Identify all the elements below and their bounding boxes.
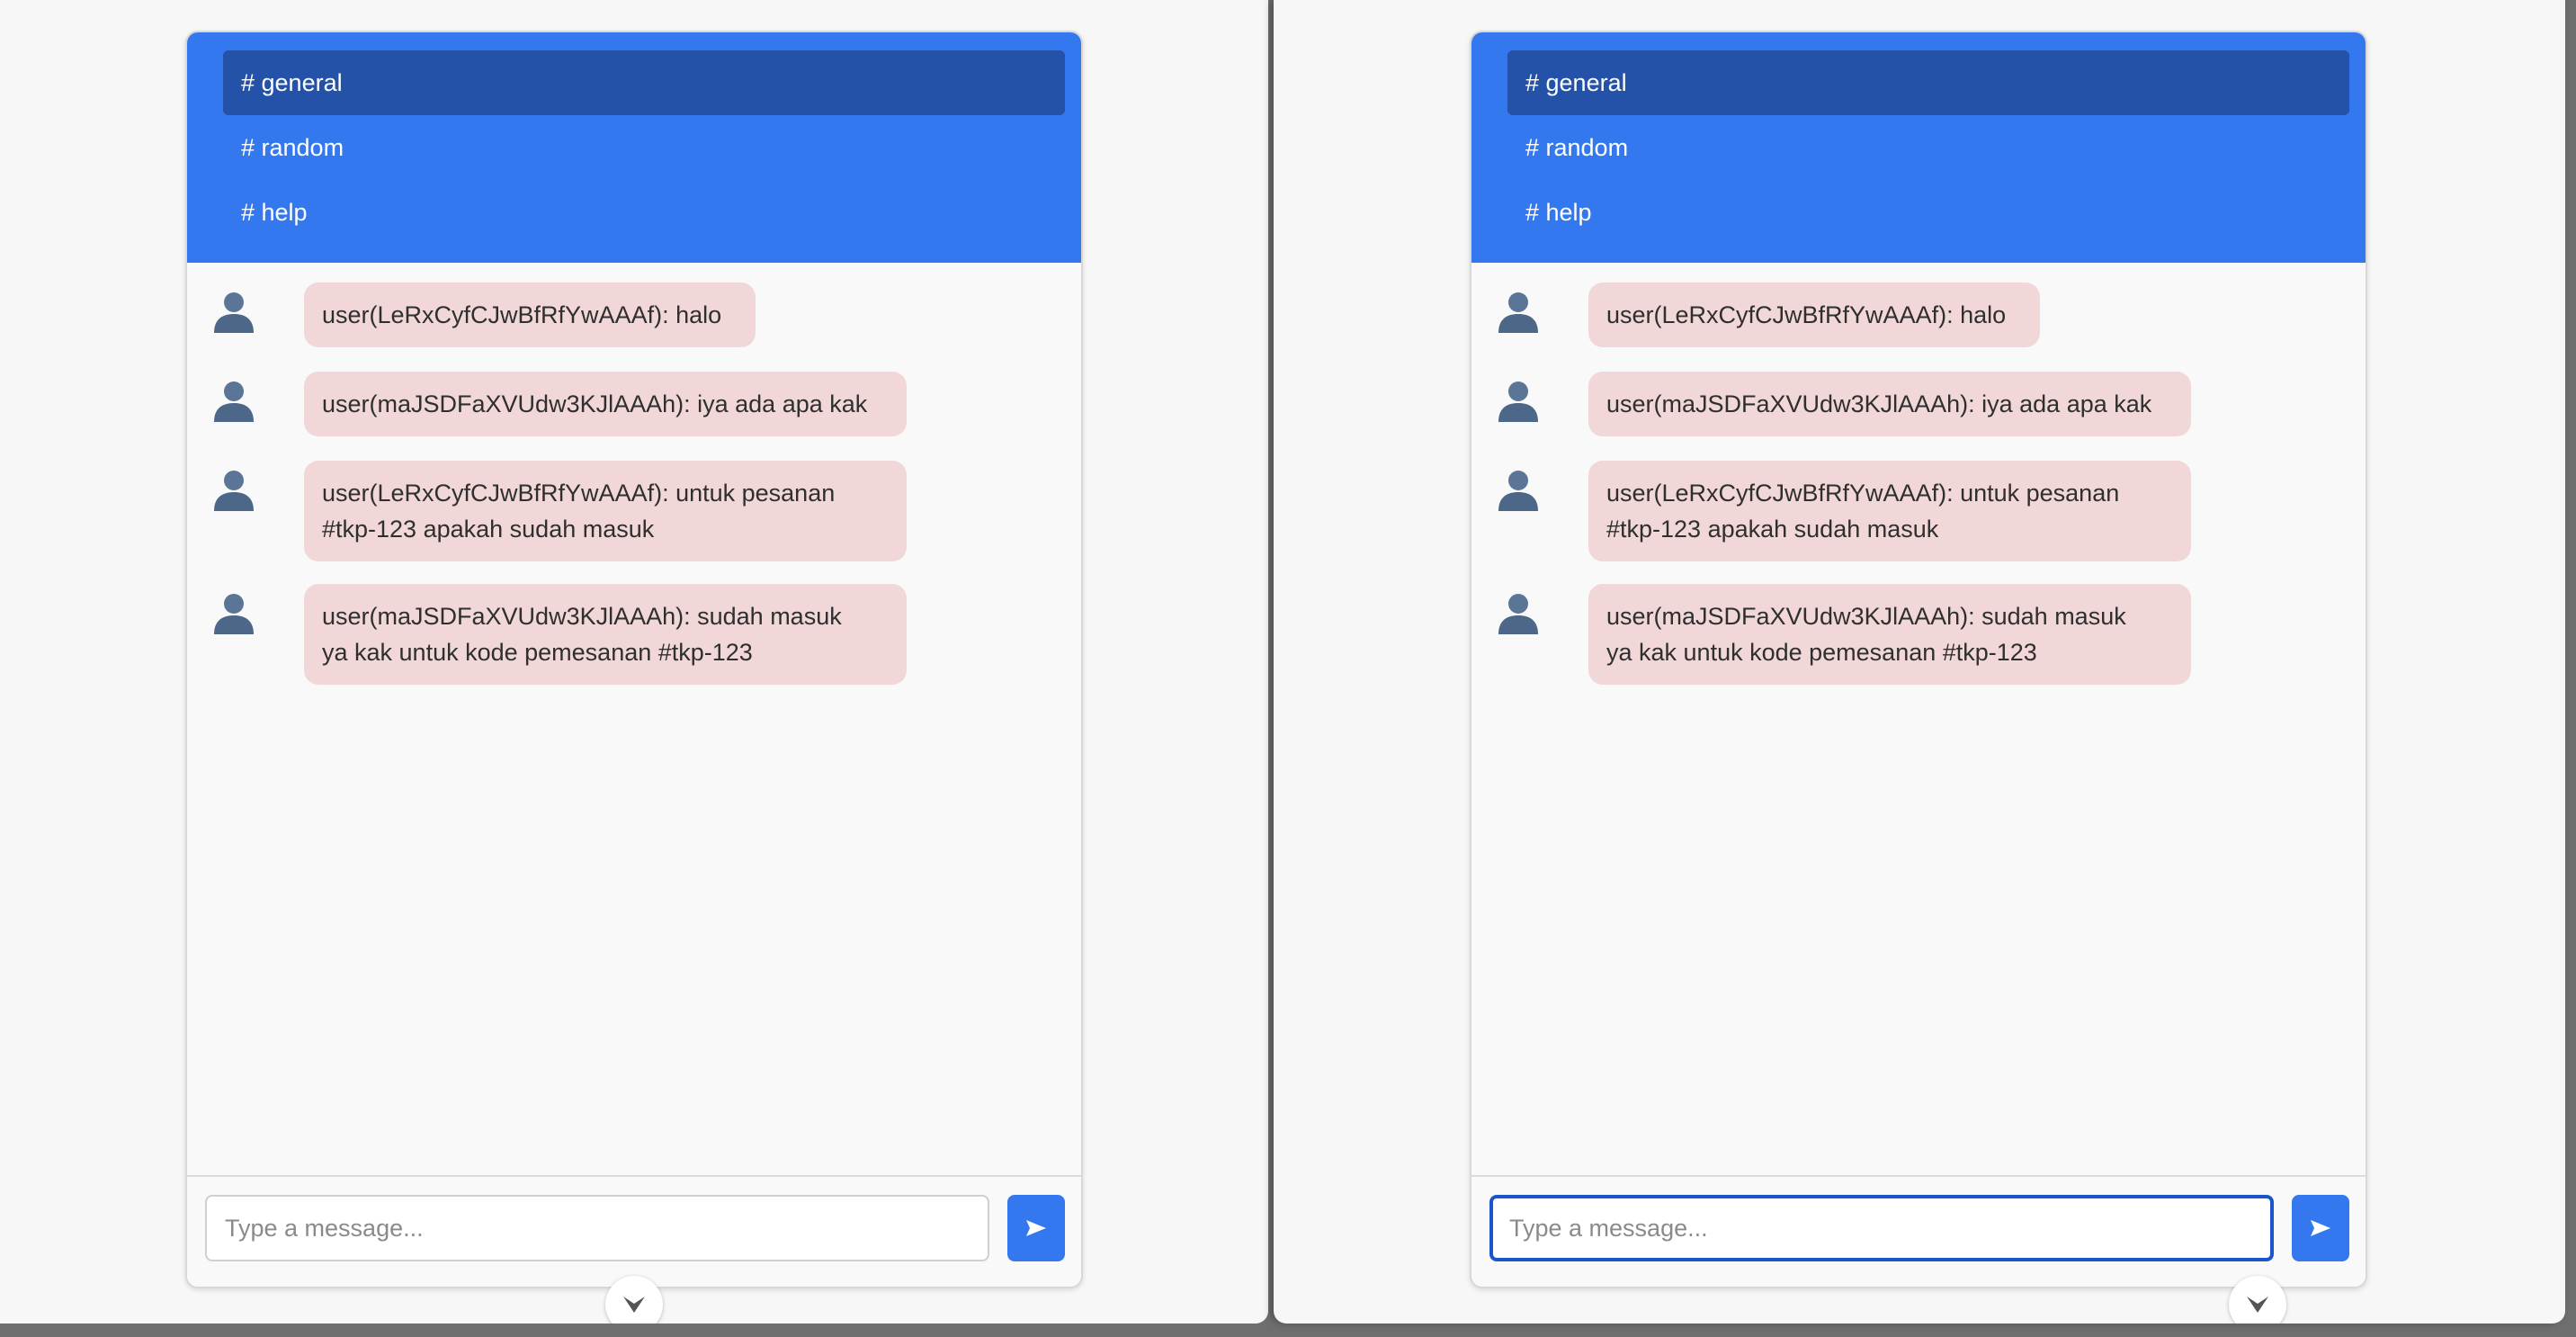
channel-list: # general # random # help (187, 32, 1081, 263)
screen: # general # random # help user(LeRxCyfCJ… (0, 0, 2576, 1337)
message-input[interactable] (205, 1195, 989, 1261)
message-list: user(LeRxCyfCJwBfRfYwAAAf): halo user(ma… (187, 263, 1081, 1179)
send-button[interactable] (2292, 1195, 2349, 1261)
message-bubble: user(maJSDFaXVUdw3KJlAAAh): iya ada apa … (1588, 372, 2191, 436)
chat-widget: # general # random # help user(LeRxCyfCJ… (185, 31, 1083, 1288)
browser-window-left: # general # random # help user(LeRxCyfCJ… (0, 0, 1268, 1324)
message-bubble: user(LeRxCyfCJwBfRfYwAAAf): halo (1588, 283, 2040, 347)
send-arrow-icon (1026, 1220, 1046, 1236)
chat-widget: # general # random # help user(LeRxCyfCJ… (1470, 31, 2367, 1288)
user-avatar-icon (1498, 594, 1538, 634)
message-list: user(LeRxCyfCJwBfRfYwAAAf): halo user(ma… (1471, 263, 2366, 1179)
send-button[interactable] (1007, 1195, 1065, 1261)
user-avatar-icon (214, 292, 254, 333)
user-avatar-icon (1498, 471, 1538, 511)
channel-item-random[interactable]: # random (223, 115, 1065, 180)
message-composer (187, 1175, 1081, 1287)
user-avatar-icon (1498, 381, 1538, 422)
channel-item-help[interactable]: # help (223, 180, 1065, 245)
message-composer (1471, 1175, 2366, 1287)
message-bubble: user(maJSDFaXVUdw3KJlAAAh): sudah masuk … (304, 584, 907, 685)
message-bubble: user(maJSDFaXVUdw3KJlAAAh): sudah masuk … (1588, 584, 2191, 685)
user-avatar-icon (1498, 292, 1538, 333)
user-avatar-icon (214, 381, 254, 422)
user-avatar-icon (214, 594, 254, 634)
chevron-down-icon (623, 1297, 645, 1313)
message-bubble: user(LeRxCyfCJwBfRfYwAAAf): untuk pesana… (1588, 461, 2191, 561)
message-bubble: user(maJSDFaXVUdw3KJlAAAh): iya ada apa … (304, 372, 907, 436)
channel-item-random[interactable]: # random (1507, 115, 2349, 180)
chevron-down-icon (2247, 1297, 2268, 1313)
message-input[interactable] (1489, 1195, 2274, 1261)
browser-window-right: # general # random # help user(LeRxCyfCJ… (1274, 0, 2565, 1324)
channel-item-general[interactable]: # general (1507, 50, 2349, 115)
channel-list: # general # random # help (1471, 32, 2366, 263)
message-bubble: user(LeRxCyfCJwBfRfYwAAAf): untuk pesana… (304, 461, 907, 561)
channel-item-general[interactable]: # general (223, 50, 1065, 115)
send-arrow-icon (2311, 1220, 2330, 1236)
message-bubble: user(LeRxCyfCJwBfRfYwAAAf): halo (304, 283, 756, 347)
channel-item-help[interactable]: # help (1507, 180, 2349, 245)
user-avatar-icon (214, 471, 254, 511)
